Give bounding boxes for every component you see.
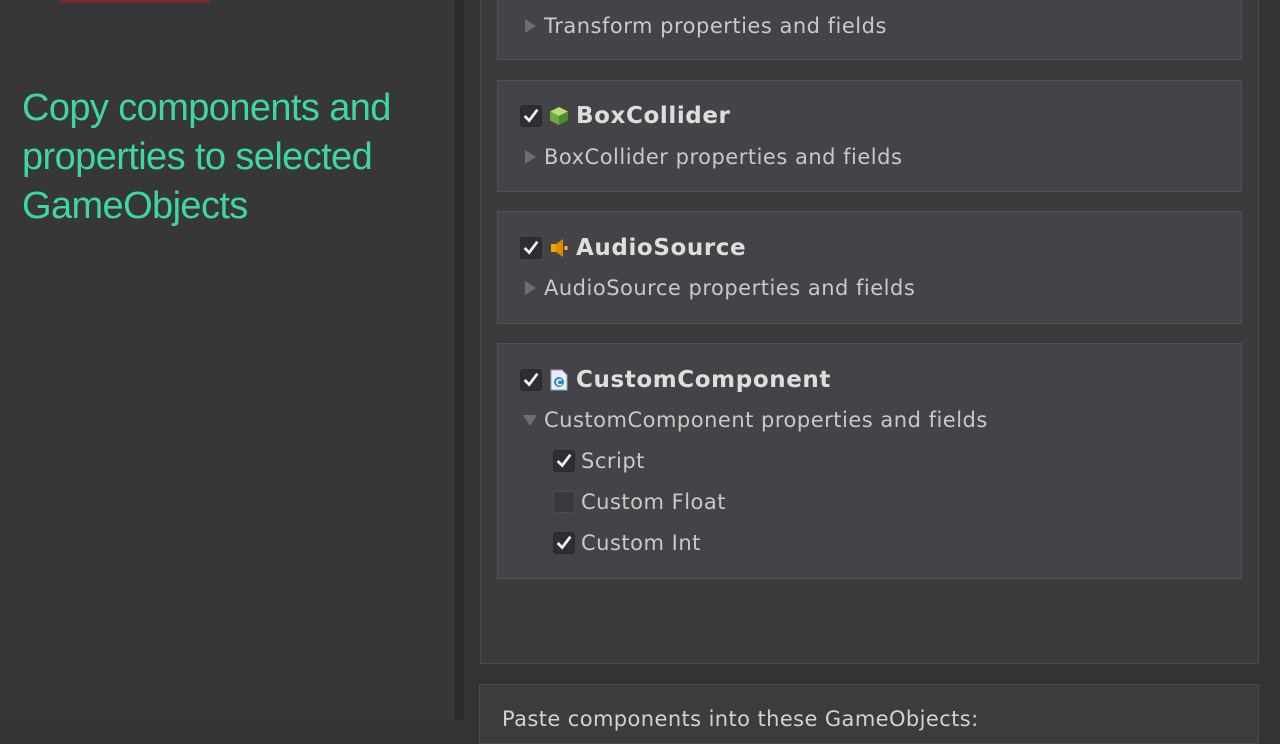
property-row: Custom Int [553,531,701,555]
component-card-audiosource: AudioSource AudioSource properties and f… [497,211,1242,324]
green-cube-icon [548,105,570,127]
property-checkbox[interactable] [553,491,575,513]
foldout-label[interactable]: Transform properties and fields [544,14,887,38]
property-label: Custom Float [581,490,726,514]
partial-header-fragment [60,0,210,3]
script-file-icon: C [548,369,570,391]
foldout-arrow-collapsed-icon[interactable] [520,277,540,299]
property-row: Script [553,449,645,473]
property-label: Script [581,449,645,473]
speaker-icon [548,237,570,259]
paste-section-label: Paste components into these GameObjects: [502,707,979,731]
property-row: Custom Float [553,490,726,514]
foldout-label[interactable]: AudioSource properties and fields [544,276,915,300]
component-name: AudioSource [576,235,747,261]
component-checkbox[interactable] [520,369,542,391]
feature-caption: Copy components and properties to select… [22,87,391,227]
component-name: CustomComponent [576,367,831,393]
foldout-arrow-collapsed-icon[interactable] [520,146,540,168]
foldout-arrow-expanded-icon[interactable] [520,409,540,431]
property-label: Custom Int [581,531,701,555]
property-checkbox[interactable] [553,450,575,472]
component-card-transform: Transform properties and fields [497,0,1242,60]
component-checkbox[interactable] [520,237,542,259]
foldout-label[interactable]: CustomComponent properties and fields [544,408,988,432]
foldout-arrow-collapsed-icon[interactable] [520,15,540,37]
component-checkbox[interactable] [520,105,542,127]
foldout-label[interactable]: BoxCollider properties and fields [544,145,902,169]
component-card-customcomponent: C CustomComponent CustomComponent proper… [497,343,1242,579]
component-card-boxcollider: BoxCollider BoxCollider properties and f… [497,80,1242,192]
property-checkbox[interactable] [553,532,575,554]
paste-targets-panel: Paste components into these GameObjects: [479,684,1259,744]
pane-divider[interactable] [455,0,464,720]
component-name: BoxCollider [576,103,731,129]
svg-text:C: C [556,379,563,389]
left-pane: Copy components and properties to select… [0,0,455,720]
